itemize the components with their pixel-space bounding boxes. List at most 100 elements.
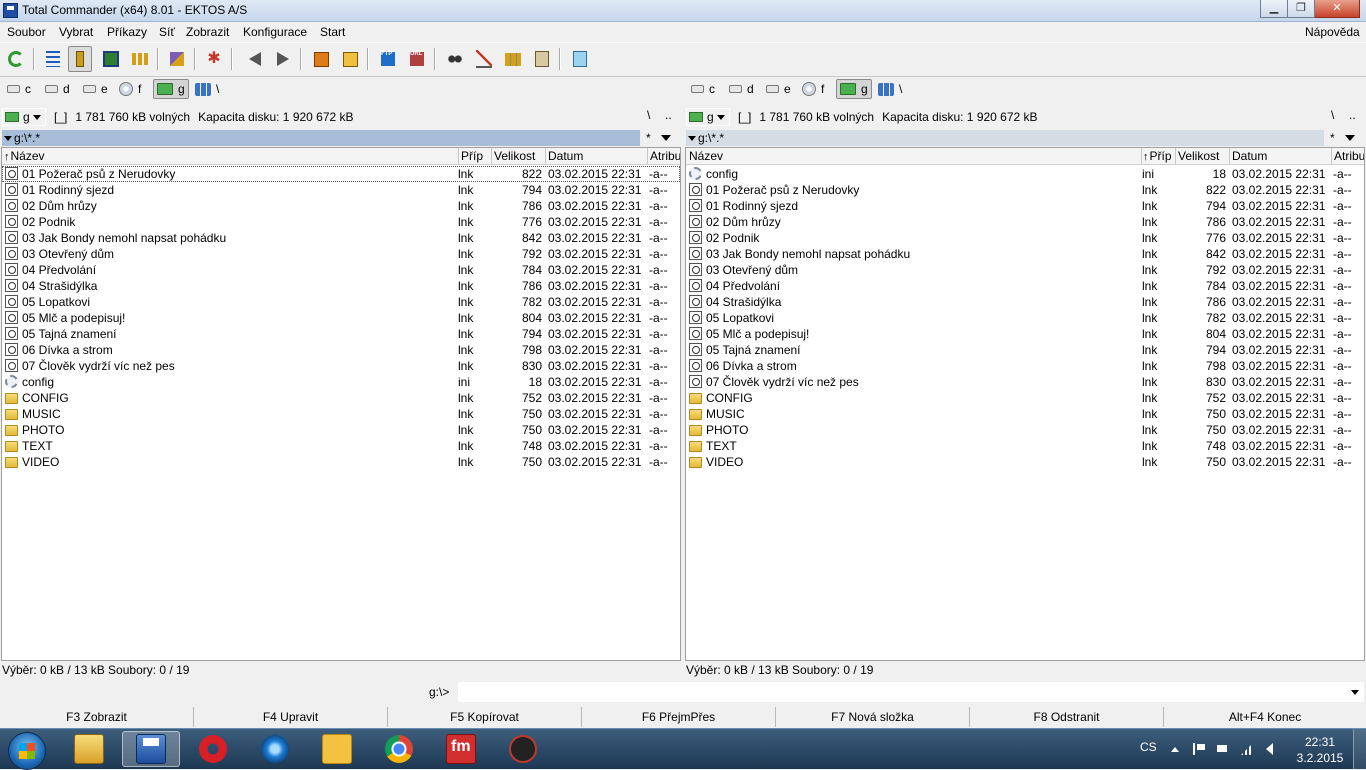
signal-icon[interactable]: [1241, 743, 1253, 755]
left-file-row[interactable]: 05 Lopatkovi lnk 782 03.02.2015 22:31 -a--: [2, 294, 680, 310]
start-button[interactable]: [8, 732, 46, 770]
action-center-icon[interactable]: [1193, 743, 1207, 755]
volume-icon[interactable]: [1266, 743, 1273, 755]
f3-view-button[interactable]: F3 Zobrazit: [0, 707, 194, 727]
right-path-bar[interactable]: g:\*.*: [686, 130, 1324, 146]
copy-names-button[interactable]: [530, 46, 554, 72]
search-button[interactable]: [443, 46, 467, 72]
clock[interactable]: 22:31 3.2.2015: [1292, 734, 1348, 766]
right-file-row[interactable]: 01 Požerač psů z Nerudovky lnk 822 03.02.20…: [686, 182, 1364, 198]
right-col-name[interactable]: Název: [689, 149, 1139, 163]
left-col-ext[interactable]: Příp: [461, 149, 491, 163]
right-file-row[interactable]: MUSIC lnk 750 03.02.2015 22:31 -a--: [686, 406, 1364, 422]
right-drive-d-button[interactable]: d: [729, 79, 754, 99]
f5-copy-button[interactable]: F5 Kopírovat: [388, 707, 582, 727]
ftp-connect-button[interactable]: [376, 46, 400, 72]
menu-sit[interactable]: Síť: [159, 25, 175, 39]
back-button[interactable]: [243, 46, 267, 72]
right-col-ext[interactable]: Příp: [1143, 149, 1174, 163]
left-file-row[interactable]: MUSIC lnk 750 03.02.2015 22:31 -a--: [2, 406, 680, 422]
left-file-row[interactable]: CONFIG lnk 752 03.02.2015 22:31 -a--: [2, 390, 680, 406]
notepad-button[interactable]: [568, 46, 592, 72]
taskbar-explorer[interactable]: [60, 731, 118, 767]
left-file-row[interactable]: 03 Jak Bondy nemohl napsat pohádku lnk 842…: [2, 230, 680, 246]
forward-button[interactable]: [271, 46, 295, 72]
f8-delete-button[interactable]: F8 Odstranit: [970, 707, 1164, 727]
pack-button[interactable]: [309, 46, 333, 72]
left-file-row[interactable]: PHOTO lnk 750 03.02.2015 22:31 -a--: [2, 422, 680, 438]
taskbar-internet-explorer[interactable]: [246, 731, 304, 767]
right-file-row[interactable]: 01 Rodinný sjezd lnk 794 03.02.2015 22:31 -a…: [686, 198, 1364, 214]
right-file-row[interactable]: 03 Jak Bondy nemohl napsat pohádku lnk 842…: [686, 246, 1364, 262]
left-root-button[interactable]: \: [647, 108, 650, 126]
left-file-row[interactable]: 01 Rodinný sjezd lnk 794 03.02.2015 22:31 -a…: [2, 182, 680, 198]
left-network-button[interactable]: \: [195, 79, 219, 99]
right-file-row[interactable]: CONFIG lnk 752 03.02.2015 22:31 -a--: [686, 390, 1364, 406]
left-history-button[interactable]: *: [646, 130, 671, 146]
right-col-attr[interactable]: Atribu: [1334, 149, 1364, 163]
unpack-button[interactable]: [338, 46, 362, 72]
left-file-row[interactable]: 06 Dívka a strom lnk 798 03.02.2015 22:31 -a…: [2, 342, 680, 358]
sync-dirs-button[interactable]: [501, 46, 525, 72]
tree-view-button[interactable]: [128, 46, 152, 72]
multi-rename-button[interactable]: [472, 46, 496, 72]
brief-view-button[interactable]: [41, 46, 65, 72]
left-drive-combo[interactable]: g: [2, 108, 46, 126]
show-hidden-icons-icon[interactable]: [1171, 747, 1179, 752]
right-file-row[interactable]: 07 Člověk vydrží víc než pes lnk 830 03.02.…: [686, 374, 1364, 390]
right-file-row[interactable]: 04 Strašidýlka lnk 786 03.02.2015 22:31 -a--: [686, 294, 1364, 310]
right-file-row[interactable]: VIDEO lnk 750 03.02.2015 22:31 -a--: [686, 454, 1364, 470]
language-indicator[interactable]: CS: [1140, 740, 1157, 754]
right-file-row[interactable]: 05 Tajná znamení lnk 794 03.02.2015 22:31 -a…: [686, 342, 1364, 358]
right-file-row[interactable]: config ini 18 03.02.2015 22:31 -a--: [686, 166, 1364, 182]
right-drive-combo[interactable]: g: [686, 108, 730, 126]
left-drive-e-button[interactable]: e: [83, 79, 108, 99]
network-tray-icon[interactable]: [1217, 743, 1229, 755]
show-desktop-button[interactable]: [1353, 729, 1366, 769]
right-file-row[interactable]: 04 Předvolání lnk 784 03.02.2015 22:31 -a--: [686, 278, 1364, 294]
taskbar-tool[interactable]: [494, 731, 552, 767]
chevron-down-icon[interactable]: [1351, 690, 1359, 695]
refresh-button[interactable]: [4, 46, 28, 72]
right-file-row[interactable]: 03 Otevřený dům lnk 792 03.02.2015 22:31 -a-…: [686, 262, 1364, 278]
url-connect-button[interactable]: [405, 46, 429, 72]
select-button[interactable]: ✱: [202, 46, 226, 72]
left-drive-g-button[interactable]: g: [153, 79, 189, 99]
left-path-bar[interactable]: g:\*.*: [2, 130, 640, 146]
right-root-button[interactable]: \: [1331, 108, 1334, 126]
left-drive-d-button[interactable]: d: [45, 79, 70, 99]
right-drive-f-button[interactable]: f: [802, 79, 824, 99]
left-up-button[interactable]: ..: [665, 108, 672, 126]
f6-move-button[interactable]: F6 PřejmPřes: [582, 707, 776, 727]
compare-dirs-button[interactable]: [165, 46, 189, 72]
right-drive-e-button[interactable]: e: [766, 79, 791, 99]
left-drive-c-button[interactable]: c: [7, 79, 31, 99]
menu-start[interactable]: Start: [320, 25, 345, 39]
right-history-button[interactable]: *: [1330, 130, 1355, 146]
left-file-row[interactable]: 01 Požerač psů z Nerudovky lnk 822 03.02.20…: [2, 166, 680, 182]
left-col-size[interactable]: Velikost: [494, 149, 544, 163]
right-file-row[interactable]: 02 Dům hrůzy lnk 786 03.02.2015 22:31 -a--: [686, 214, 1364, 230]
thumbnail-view-button[interactable]: [99, 46, 123, 72]
right-col-date[interactable]: Datum: [1232, 149, 1322, 163]
right-col-size[interactable]: Velikost: [1178, 149, 1228, 163]
left-file-row[interactable]: config ini 18 03.02.2015 22:31 -a--: [2, 374, 680, 390]
menu-prikazy[interactable]: Příkazy: [107, 25, 147, 39]
left-col-name[interactable]: Název: [4, 149, 454, 163]
right-drive-c-button[interactable]: c: [691, 79, 715, 99]
f4-edit-button[interactable]: F4 Upravit: [194, 707, 388, 727]
right-file-row[interactable]: 02 Podnik lnk 776 03.02.2015 22:31 -a--: [686, 230, 1364, 246]
left-file-row[interactable]: 05 Mlč a podepisuj! lnk 804 03.02.2015 22:3…: [2, 310, 680, 326]
menu-vybrat[interactable]: Vybrat: [59, 25, 93, 39]
left-file-row[interactable]: 07 Člověk vydrží víc než pes lnk 830 03.02.…: [2, 358, 680, 374]
left-file-row[interactable]: TEXT lnk 748 03.02.2015 22:31 -a--: [2, 438, 680, 454]
altf4-exit-button[interactable]: Alt+F4 Konec: [1164, 707, 1366, 727]
taskbar-fm[interactable]: [432, 731, 490, 767]
taskbar-photo-viewer[interactable]: [308, 731, 366, 767]
left-col-date[interactable]: Datum: [548, 149, 638, 163]
left-file-row[interactable]: 03 Otevřený dům lnk 792 03.02.2015 22:31 -a-…: [2, 246, 680, 262]
minimize-button[interactable]: ▁: [1260, 0, 1288, 18]
taskbar-chrome[interactable]: [370, 731, 428, 767]
right-file-row[interactable]: 05 Mlč a podepisuj! lnk 804 03.02.2015 22:3…: [686, 326, 1364, 342]
left-file-row[interactable]: 05 Tajná znamení lnk 794 03.02.2015 22:31 -a…: [2, 326, 680, 342]
